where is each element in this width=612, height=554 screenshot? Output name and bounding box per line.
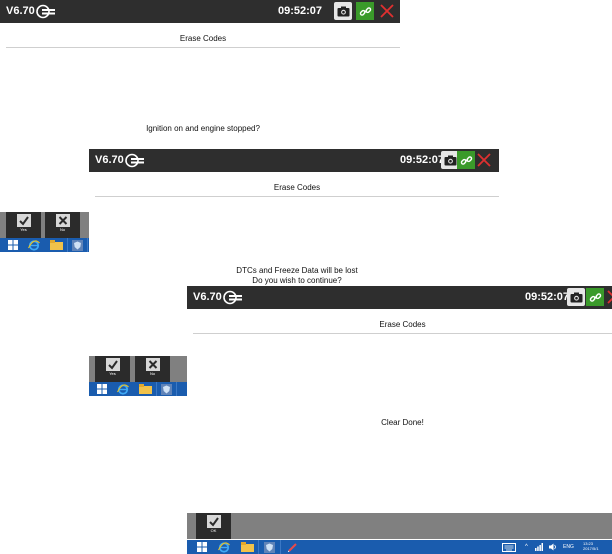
connect-button[interactable]: [356, 2, 374, 20]
close-icon: [380, 4, 394, 18]
screenshot-button[interactable]: [567, 288, 585, 306]
camera-icon: [570, 292, 582, 302]
diagnostic-taskbar-button[interactable]: [161, 383, 172, 395]
clock: 09:52:07: [278, 5, 323, 17]
pen-taskbar-button[interactable]: [287, 542, 298, 552]
window-clear-done: V6.70 09:52:07 Erase Codes Clear Done! O…: [187, 286, 612, 554]
x-icon: [145, 358, 160, 371]
launch-logo-icon: [36, 4, 55, 19]
close-button[interactable]: [475, 151, 493, 169]
ie-icon: [117, 383, 129, 395]
screenshot-button[interactable]: [334, 2, 352, 20]
connect-button[interactable]: [457, 151, 475, 169]
page-title: Erase Codes: [6, 31, 400, 48]
volume-icon: [549, 543, 556, 551]
ie-taskbar-button[interactable]: [28, 239, 40, 251]
check-icon: [16, 214, 31, 227]
diagnostic-taskbar-button[interactable]: [264, 541, 275, 553]
title-bar: V6.70 09:52:07: [187, 286, 612, 309]
x-icon: [55, 214, 70, 227]
close-button[interactable]: [605, 288, 612, 306]
start-button[interactable]: [8, 240, 18, 250]
camera-icon: [337, 6, 349, 16]
check-icon: [206, 515, 221, 528]
folder-icon: [241, 542, 254, 552]
ie-taskbar-button[interactable]: [117, 383, 129, 395]
yes-button[interactable]: Yes: [6, 212, 41, 238]
close-icon: [607, 290, 612, 304]
system-clock[interactable]: 13:23 2017/5/1: [583, 541, 599, 553]
shield-icon: [72, 239, 83, 251]
no-button[interactable]: No: [45, 212, 80, 238]
explorer-taskbar-button[interactable]: [139, 384, 152, 394]
title-bar: V6.70 09:52:07: [0, 0, 400, 23]
launch-logo-icon: [125, 153, 144, 168]
tray-chevron[interactable]: ^: [525, 542, 528, 552]
link-icon: [359, 6, 371, 16]
version-label: V6.70: [6, 5, 35, 17]
ie-icon: [28, 239, 40, 251]
camera-icon: [444, 155, 456, 165]
clock: 09:52:07: [400, 154, 445, 166]
network-icon: [535, 543, 543, 551]
launch-logo-icon: [223, 290, 242, 305]
diagnostic-taskbar-button[interactable]: [72, 239, 83, 251]
taskbar: ^ ENG 13:23 2017/5/1: [187, 540, 612, 554]
page-title: Erase Codes: [95, 180, 499, 197]
keyboard-icon: [502, 542, 516, 552]
page-title: Erase Codes: [193, 317, 612, 334]
explorer-taskbar-button[interactable]: [50, 240, 63, 250]
folder-icon: [139, 384, 152, 394]
version-label: V6.70: [193, 291, 222, 303]
explorer-taskbar-button[interactable]: [241, 542, 254, 552]
link-icon: [589, 292, 601, 302]
result-message: Clear Done!: [381, 418, 424, 427]
volume-tray-icon[interactable]: [549, 542, 557, 552]
close-icon: [477, 153, 491, 167]
warning-message: DTCs and Freeze Data will be lost Do you…: [236, 266, 358, 285]
ie-icon: [218, 541, 230, 553]
ok-button[interactable]: OK: [196, 513, 231, 539]
shield-icon: [264, 541, 275, 553]
windows-icon: [97, 384, 107, 394]
connect-button[interactable]: [586, 288, 604, 306]
check-icon: [105, 358, 120, 371]
version-label: V6.70: [95, 154, 124, 166]
keyboard-tray-button[interactable]: [502, 542, 516, 552]
ie-taskbar-button[interactable]: [218, 541, 230, 553]
prompt-message: Ignition on and engine stopped?: [146, 124, 260, 133]
link-icon: [460, 155, 472, 165]
no-button[interactable]: No: [135, 356, 170, 382]
close-button[interactable]: [378, 2, 396, 20]
title-bar: V6.70 09:52:07: [89, 149, 499, 172]
start-button[interactable]: [97, 384, 107, 394]
pen-icon: [287, 542, 297, 552]
action-bar: OK: [187, 513, 612, 539]
language-indicator[interactable]: ENG: [563, 542, 574, 552]
start-button[interactable]: [197, 542, 207, 552]
clock: 09:52:07: [525, 291, 570, 303]
windows-icon: [197, 542, 207, 552]
yes-button[interactable]: Yes: [95, 356, 130, 382]
network-tray-icon[interactable]: [535, 542, 543, 552]
folder-icon: [50, 240, 63, 250]
shield-icon: [161, 383, 172, 395]
windows-icon: [8, 240, 18, 250]
